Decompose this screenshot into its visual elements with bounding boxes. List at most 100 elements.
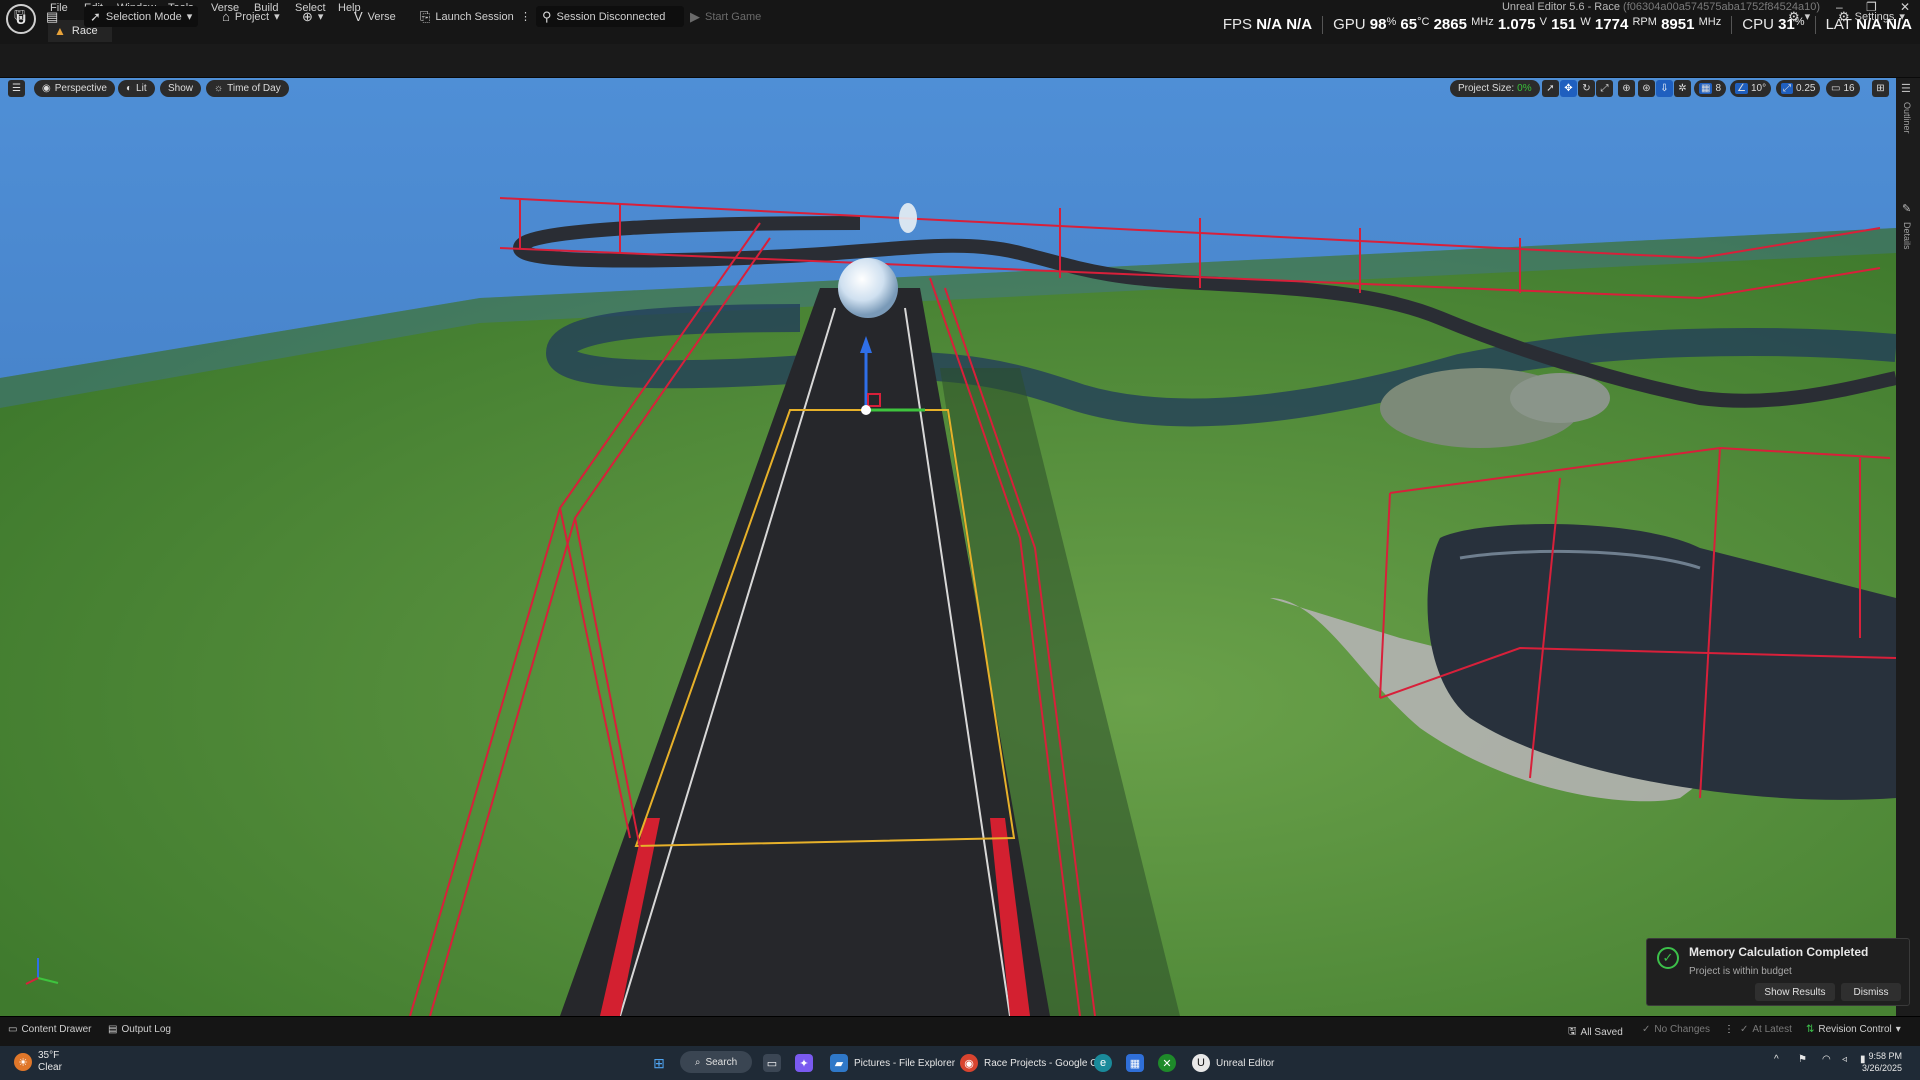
tray-chevron-icon[interactable]: ^ bbox=[1774, 1054, 1779, 1065]
revision-control-icon: ⇅ bbox=[1806, 1024, 1815, 1035]
project-size-indicator[interactable]: Project Size: 0% bbox=[1450, 80, 1540, 97]
file-explorer-icon: ▰ bbox=[830, 1054, 848, 1072]
start-game-button[interactable]: ▶ Start Game bbox=[684, 6, 767, 27]
window-title: Unreal Editor 5.6 - Race (f06304a00a5745… bbox=[1502, 1, 1820, 13]
gpu-load-unit: % bbox=[1386, 16, 1397, 28]
dismiss-button[interactable]: Dismiss bbox=[1841, 983, 1901, 1001]
project-dropdown[interactable]: ⌂ Project ▾ bbox=[216, 6, 286, 27]
translate-tool-icon[interactable]: ✥ bbox=[1560, 80, 1577, 97]
divider bbox=[1731, 16, 1733, 34]
drop-snap-icon[interactable]: ⇩ bbox=[1656, 80, 1673, 97]
show-results-button[interactable]: Show Results bbox=[1755, 983, 1835, 1001]
selection-mode-dropdown[interactable]: ➚ Selection Mode ▾ bbox=[84, 6, 199, 27]
selection-mode-label: Selection Mode bbox=[105, 10, 182, 23]
taskbar-search[interactable]: ⌕ Search bbox=[680, 1051, 752, 1073]
tray-app-icon[interactable]: ⚑ bbox=[1798, 1054, 1807, 1065]
log-icon: ▤ bbox=[108, 1024, 118, 1035]
select-tool-icon[interactable]: ➚ bbox=[1542, 80, 1559, 97]
xbox-icon[interactable]: ✕ bbox=[1158, 1054, 1176, 1072]
session-status-label: Session Disconnected bbox=[556, 10, 666, 23]
rotation-snap-toggle[interactable]: ∠ 10° bbox=[1730, 80, 1772, 97]
verse-button[interactable]: V Verse bbox=[348, 6, 402, 27]
status-bar bbox=[0, 1016, 1920, 1047]
weather-temp: 35°F bbox=[38, 1050, 60, 1061]
all-saved-indicator[interactable]: 🖫 All Saved bbox=[1568, 1024, 1623, 1041]
outliner-tab[interactable]: Outliner bbox=[1902, 102, 1912, 134]
store-icon[interactable]: ▦ bbox=[1126, 1054, 1144, 1072]
grid-snap-toggle[interactable]: ▦ 8 bbox=[1694, 80, 1727, 97]
surface-snap-icon[interactable]: ⊛ bbox=[1638, 80, 1655, 97]
time-of-day-dropdown[interactable]: ☼ Time of Day bbox=[206, 80, 289, 97]
add-content-dropdown[interactable]: ⊕ ▾ bbox=[296, 6, 329, 27]
save-status-icon: 🖫 bbox=[1568, 1026, 1577, 1037]
verse-icon: V bbox=[354, 9, 363, 24]
save-icon[interactable]: 🖫 bbox=[8, 6, 31, 27]
revision-control-dropdown[interactable]: ⇅ Revision Control ▾ bbox=[1806, 1024, 1901, 1035]
content-browser-icon[interactable]: ▤ bbox=[40, 6, 64, 27]
gpu-clock-unit: MHz bbox=[1471, 16, 1494, 28]
gpu-mem-unit: MHz bbox=[1698, 16, 1722, 28]
toast-title: Memory Calculation Completed bbox=[1689, 945, 1869, 959]
window-title-text: Unreal Editor 5.6 - Race bbox=[1501, 1, 1620, 13]
windows-start-icon[interactable]: ⊞ bbox=[650, 1054, 668, 1072]
no-changes-label: No Changes bbox=[1654, 1024, 1710, 1035]
angle-icon: ∠ bbox=[1735, 83, 1748, 94]
divider bbox=[1322, 16, 1324, 34]
settings-label: Settings bbox=[1854, 10, 1895, 23]
rotate-tool-icon[interactable]: ↻ bbox=[1578, 80, 1595, 97]
more-options-icon[interactable]: ⋮ bbox=[1724, 1024, 1734, 1035]
perspective-dropdown[interactable]: ◉ Perspective bbox=[34, 80, 115, 97]
maximize-viewport-icon[interactable]: ⊞ bbox=[1872, 80, 1889, 97]
camera-icon: ◉ bbox=[42, 83, 51, 94]
show-dropdown[interactable]: Show bbox=[160, 80, 202, 97]
view-mode-dropdown[interactable]: ◐ Lit bbox=[118, 80, 155, 97]
details-icon[interactable]: ✎ bbox=[1902, 202, 1911, 215]
session-status[interactable]: ⚲ Session Disconnected bbox=[536, 6, 684, 27]
settings-dropdown[interactable]: ⚙ Settings ▾ bbox=[1832, 6, 1911, 27]
project-size-label: Project Size: bbox=[1458, 83, 1515, 94]
output-log-button[interactable]: ▤ Output Log bbox=[108, 1024, 171, 1035]
scene-render bbox=[0, 78, 1896, 1016]
copilot-icon[interactable]: ✦ bbox=[795, 1054, 813, 1072]
volume-icon[interactable]: ◃ bbox=[1842, 1054, 1847, 1065]
gizmo-pivot[interactable] bbox=[861, 405, 871, 415]
play-icon: ▶ bbox=[690, 8, 700, 24]
perspective-label: Perspective bbox=[54, 83, 107, 94]
grid-icon: ▦ bbox=[1699, 83, 1713, 94]
taskbar-file-explorer[interactable]: ▰ Pictures - File Explorer bbox=[830, 1054, 955, 1072]
world-space-icon[interactable]: ⊕ bbox=[1618, 80, 1635, 97]
content-drawer-button[interactable]: ▭ Content Drawer bbox=[8, 1024, 91, 1035]
edge-icon[interactable]: e bbox=[1094, 1054, 1112, 1072]
checkpoint-marker[interactable] bbox=[899, 203, 917, 233]
details-tab[interactable]: Details bbox=[1902, 222, 1912, 250]
notification-toast: ✓ Memory Calculation Completed Project i… bbox=[1646, 938, 1910, 1006]
platform-icon[interactable]: ⚙ ▾ bbox=[1782, 6, 1816, 27]
taskbar-chrome[interactable]: ◉ Race Projects - Google C bbox=[960, 1054, 1097, 1072]
player-spawn-sphere[interactable] bbox=[838, 258, 898, 318]
task-view-icon[interactable]: ▭ bbox=[763, 1054, 781, 1072]
project-size-value: 0% bbox=[1517, 83, 1532, 94]
weather-widget[interactable]: ☀ 35°F Clear bbox=[14, 1050, 62, 1074]
gpu-fan: 1774 bbox=[1594, 16, 1629, 33]
disconnected-icon: ⚲ bbox=[542, 8, 552, 24]
more-options-icon[interactable]: ⋮ bbox=[514, 6, 537, 27]
scale-tool-icon[interactable]: ⤢ bbox=[1596, 80, 1613, 97]
search-label: Search bbox=[705, 1056, 738, 1068]
outliner-icon[interactable]: ☰ bbox=[1901, 82, 1911, 95]
launch-session-button[interactable]: ⎘ Launch Session bbox=[414, 6, 520, 27]
scale-snap-toggle[interactable]: ⤢ 0.25 bbox=[1776, 80, 1821, 97]
no-changes-indicator[interactable]: ✓ No Changes bbox=[1642, 1024, 1710, 1035]
transform-snap-icon[interactable]: ✲ bbox=[1674, 80, 1691, 97]
search-icon: ⌕ bbox=[694, 1056, 701, 1068]
chevron-down-icon: ▾ bbox=[274, 11, 280, 23]
viewport-menu-icon[interactable]: ☰ bbox=[8, 80, 25, 97]
wifi-icon[interactable]: ◠ bbox=[1822, 1054, 1831, 1065]
camera-speed-dropdown[interactable]: ▭ 16 bbox=[1826, 80, 1860, 97]
at-latest-indicator[interactable]: ✓ At Latest bbox=[1740, 1024, 1792, 1035]
clock[interactable]: 9:58 PM 3/26/2025 bbox=[1862, 1050, 1902, 1074]
time-of-day-label: Time of Day bbox=[227, 83, 281, 94]
verse-label: Verse bbox=[367, 10, 396, 23]
taskbar-unreal-editor[interactable]: U Unreal Editor bbox=[1192, 1054, 1274, 1072]
output-log-label: Output Log bbox=[121, 1024, 171, 1035]
level-viewport[interactable] bbox=[0, 78, 1896, 1016]
